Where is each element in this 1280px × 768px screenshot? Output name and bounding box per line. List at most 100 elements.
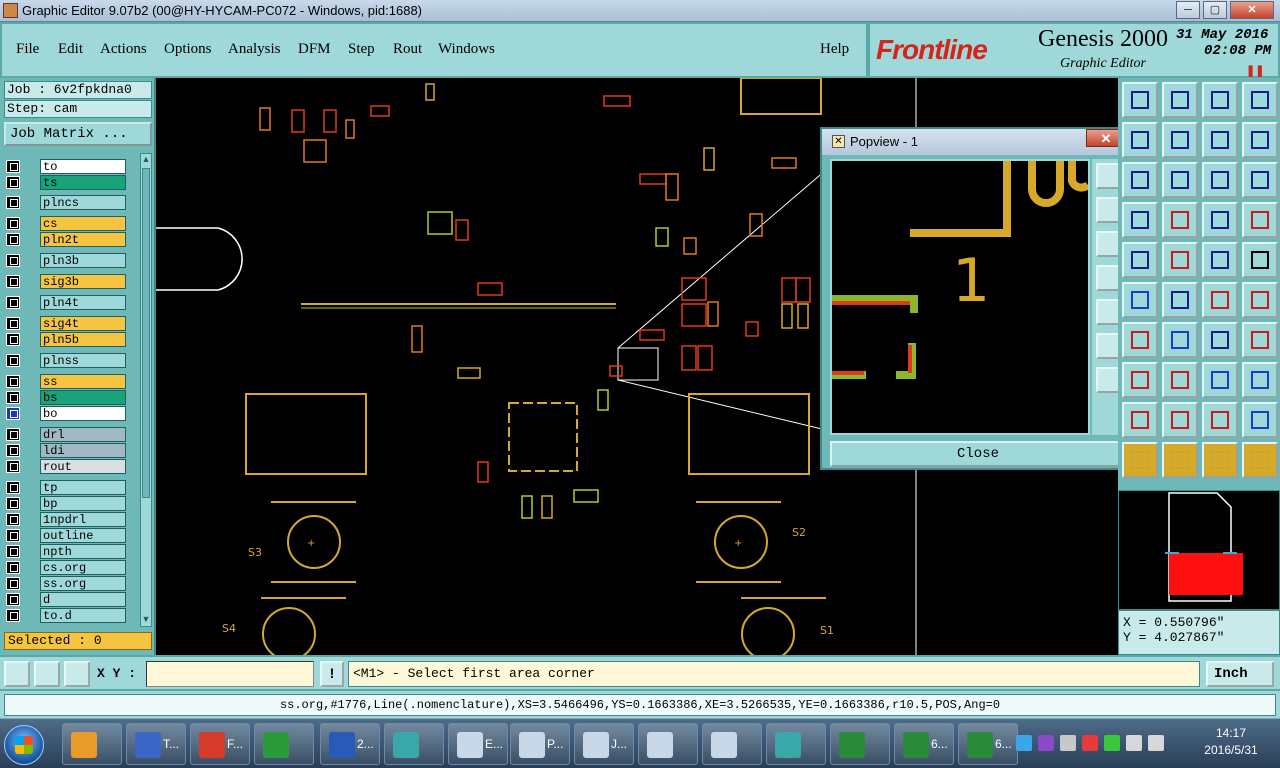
pan-left-icon[interactable] — [1122, 162, 1158, 198]
rotate-icon[interactable] — [1202, 322, 1238, 358]
node-icon[interactable] — [1162, 202, 1198, 238]
target-icon[interactable] — [1122, 362, 1158, 398]
split-line-icon[interactable] — [1242, 282, 1278, 318]
snap-icon[interactable] — [1242, 202, 1278, 238]
taskbar-item[interactable] — [384, 723, 444, 765]
outline-icon[interactable] — [1162, 402, 1198, 438]
layer-checkbox[interactable] — [6, 296, 20, 309]
layer-checkbox[interactable] — [6, 254, 20, 267]
layer-name[interactable]: sig4t — [40, 316, 126, 331]
layer-row[interactable]: tp — [6, 480, 126, 495]
popview-canvas[interactable]: 1 — [830, 159, 1090, 435]
unit-selector[interactable]: Inch — [1206, 661, 1274, 687]
xy-input[interactable] — [146, 661, 314, 687]
layer-scrollbar[interactable]: ▲ ▼ — [140, 153, 152, 627]
move-icon[interactable] — [1162, 122, 1198, 158]
layer-name[interactable]: npth — [40, 544, 126, 559]
layer-name[interactable]: pln4t — [40, 295, 126, 310]
layer-name[interactable]: cs.org — [40, 560, 126, 575]
check-icon[interactable] — [1242, 402, 1278, 438]
layer-row[interactable]: rout — [6, 459, 126, 474]
fit-icon[interactable] — [1242, 82, 1278, 118]
layer-name[interactable]: plncs — [40, 195, 126, 210]
layer-row[interactable]: pln2t — [6, 232, 126, 247]
tray-device-icon[interactable] — [1060, 735, 1076, 751]
layer-checkbox[interactable] — [6, 375, 20, 388]
layer-row[interactable]: sig3b — [6, 274, 126, 289]
taskbar-item[interactable]: 6... — [958, 723, 1018, 765]
execute-button[interactable]: ! — [320, 661, 344, 687]
menu-dfm[interactable]: DFM — [298, 41, 331, 58]
mirror-icon[interactable] — [1242, 122, 1278, 158]
layer-row[interactable]: pln5b — [6, 332, 126, 347]
layer-name[interactable]: drl — [40, 427, 126, 442]
layer-row[interactable]: ts — [6, 175, 126, 190]
layer-name[interactable]: to — [40, 159, 126, 174]
arc-icon[interactable] — [1122, 322, 1158, 358]
menu-actions[interactable]: Actions — [100, 41, 147, 58]
scale-icon[interactable] — [1202, 162, 1238, 198]
layer-checkbox[interactable] — [6, 275, 20, 288]
layer-row[interactable]: 1npdrl — [6, 512, 126, 527]
layer-row[interactable]: cs.org — [6, 560, 126, 575]
layer-name[interactable]: cs — [40, 216, 126, 231]
close-window-button[interactable]: ✕ — [1230, 1, 1274, 19]
group-icon[interactable] — [1242, 362, 1278, 398]
layer-name[interactable]: to.d — [40, 608, 126, 623]
maximize-button[interactable]: ▢ — [1203, 1, 1227, 19]
layer-checkbox[interactable] — [6, 407, 20, 420]
layer-checkbox[interactable] — [6, 333, 20, 346]
layer-checkbox[interactable] — [6, 593, 20, 606]
align-icon[interactable] — [1202, 362, 1238, 398]
layer-row[interactable]: ldi — [6, 443, 126, 458]
layer-name[interactable]: outline — [40, 528, 126, 543]
taskbar-item[interactable]: E... — [448, 723, 508, 765]
tray-app-icon[interactable] — [1038, 735, 1054, 751]
select-icon[interactable] — [1122, 442, 1158, 478]
draw-line-icon[interactable] — [1162, 322, 1198, 358]
connect-icon[interactable] — [1122, 282, 1158, 318]
layer-row[interactable]: ss — [6, 374, 126, 389]
swap-icon[interactable] — [1202, 122, 1238, 158]
layer-checkbox[interactable] — [6, 391, 20, 404]
taskbar-item[interactable] — [62, 723, 122, 765]
board-minimap[interactable] — [1118, 490, 1280, 610]
menu-windows[interactable]: Windows — [438, 41, 495, 58]
layer-checkbox[interactable] — [6, 317, 20, 330]
layer-row[interactable]: bp — [6, 496, 126, 511]
layer-name[interactable]: ts — [40, 175, 126, 190]
layer-name[interactable]: ldi — [40, 443, 126, 458]
tray-battery-icon[interactable] — [1148, 735, 1164, 751]
menu-analysis[interactable]: Analysis — [228, 41, 281, 58]
layer-row[interactable]: outline — [6, 528, 126, 543]
help-icon[interactable] — [1242, 162, 1278, 198]
zoom-home-icon[interactable] — [1122, 82, 1158, 118]
net-icon[interactable] — [1202, 202, 1238, 238]
layer-checkbox[interactable] — [6, 354, 20, 367]
grid-icon[interactable] — [1122, 242, 1158, 278]
layer-checkbox[interactable] — [6, 561, 20, 574]
layer-checkbox[interactable] — [6, 428, 20, 441]
taskbar-item[interactable] — [766, 723, 826, 765]
start-button[interactable] — [4, 725, 44, 765]
layer-row[interactable]: to — [6, 159, 126, 174]
zoom-window-icon[interactable] — [1162, 82, 1198, 118]
layer-name[interactable]: tp — [40, 480, 126, 495]
layer-checkbox[interactable] — [6, 577, 20, 590]
fill-icon[interactable] — [1122, 402, 1158, 438]
taskbar-item[interactable]: P... — [510, 723, 570, 765]
layer-name[interactable]: ss.org — [40, 576, 126, 591]
flip-icon[interactable] — [1242, 322, 1278, 358]
minimize-button[interactable]: ─ — [1176, 1, 1200, 19]
taskbar-item[interactable] — [638, 723, 698, 765]
layer-name[interactable]: pln2t — [40, 232, 126, 247]
layer-row[interactable]: bo — [6, 406, 126, 421]
taskbar-item[interactable]: T... — [126, 723, 186, 765]
layer-row[interactable]: plnss — [6, 353, 126, 368]
layer-checkbox[interactable] — [6, 609, 20, 622]
hatch-icon[interactable] — [1122, 202, 1158, 238]
layer-name[interactable]: pln5b — [40, 332, 126, 347]
delete-line-icon[interactable] — [1162, 362, 1198, 398]
menu-rout[interactable]: Rout — [393, 41, 422, 58]
taskbar-clock[interactable]: 14:17 2016/5/31 — [1192, 725, 1270, 759]
